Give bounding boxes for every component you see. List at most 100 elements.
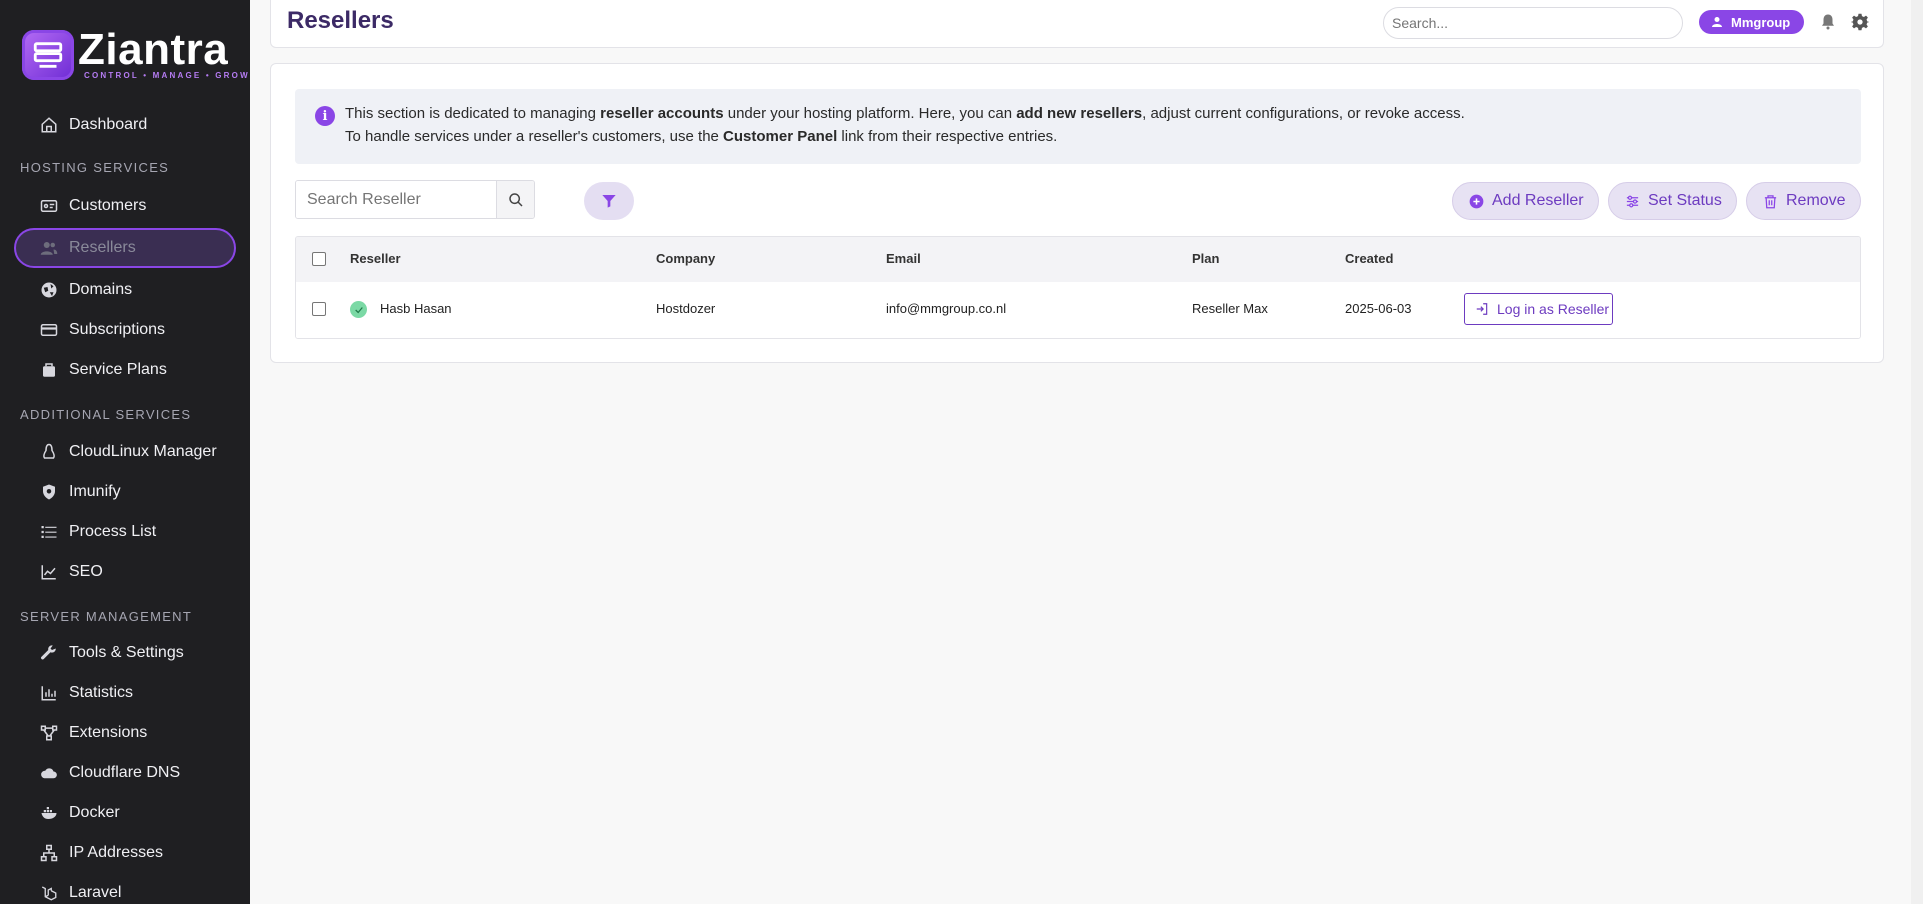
sidebar-item-label: Cloudflare DNS — [69, 764, 181, 781]
sidebar-item-label: Process List — [69, 523, 157, 540]
wrench-icon — [38, 642, 60, 664]
sidebar-item-label: Docker — [69, 804, 120, 821]
sidebar-item-resellers[interactable]: Resellers — [14, 228, 236, 268]
trash-icon — [1764, 194, 1777, 208]
brand-name: Ziantra — [78, 25, 229, 74]
resellers-table: Reseller Company Email Plan Created Hasb… — [295, 236, 1861, 339]
laravel-icon — [38, 882, 60, 904]
table-row[interactable]: Hasb Hasan Hostdozer info@mmgroup.co.nl … — [296, 282, 1860, 338]
sidebar-item-label: Subscriptions — [69, 321, 166, 338]
sidebar-item-label: Imunify — [69, 483, 121, 500]
sidebar-item-process-list[interactable]: Process List — [14, 512, 236, 552]
sidebar-item-label: Dashboard — [69, 116, 148, 133]
sidebar-item-docker[interactable]: Docker — [14, 793, 236, 833]
sidebar-item-laravel[interactable]: Laravel — [14, 873, 236, 904]
brand-tagline: CONTROL • MANAGE • GROW — [84, 71, 250, 80]
plus-circle-icon — [1469, 194, 1484, 208]
resellers-card: i This section is dedicated to managing … — [270, 63, 1884, 363]
sliders-icon — [1626, 195, 1639, 207]
col-created[interactable]: Created — [1345, 251, 1393, 266]
col-company[interactable]: Company — [656, 251, 715, 266]
linux-icon — [38, 441, 60, 463]
chart-line-icon — [38, 561, 60, 583]
search-icon — [508, 192, 523, 207]
sidebar: Ziantra CONTROL • MANAGE • GROW Dashboar… — [0, 0, 250, 904]
cell-created: 2025-06-03 — [1345, 301, 1412, 316]
set-status-button[interactable]: Set Status — [1608, 182, 1737, 220]
cell-company: Hostdozer — [656, 301, 716, 316]
network-icon — [38, 722, 60, 744]
sidebar-item-statistics[interactable]: Statistics — [14, 673, 236, 713]
filter-button[interactable] — [584, 182, 634, 220]
info-line-2: To handle services under a reseller's cu… — [345, 128, 1058, 145]
reseller-search-input[interactable] — [296, 181, 496, 218]
sidebar-item-label: Extensions — [69, 724, 148, 741]
docker-icon — [38, 802, 60, 824]
sidebar-item-seo[interactable]: SEO — [14, 552, 236, 592]
page-title: Resellers — [287, 7, 394, 34]
login-as-reseller-button[interactable]: Log in as Reseller — [1464, 293, 1613, 325]
info-banner: i This section is dedicated to managing … — [295, 89, 1861, 164]
gear-icon[interactable] — [1850, 13, 1870, 31]
col-reseller[interactable]: Reseller — [350, 251, 401, 266]
home-icon — [38, 114, 60, 136]
id-card-icon — [38, 195, 60, 217]
sidebar-item-domains[interactable]: Domains — [14, 270, 236, 310]
section-server-management: SERVER MANAGEMENT — [20, 609, 193, 624]
sidebar-item-label: Tools & Settings — [69, 644, 184, 661]
cell-reseller[interactable]: Hasb Hasan — [380, 301, 452, 316]
row-checkbox[interactable] — [312, 302, 326, 316]
check-circle-icon — [350, 301, 367, 318]
shield-icon — [38, 481, 60, 503]
sidebar-item-extensions[interactable]: Extensions — [14, 713, 236, 753]
sidebar-item-cloudlinux[interactable]: CloudLinux Manager — [14, 432, 236, 472]
col-email[interactable]: Email — [886, 251, 921, 266]
bar-chart-icon — [38, 682, 60, 704]
section-additional-services: ADDITIONAL SERVICES — [20, 407, 192, 422]
user-name: Mmgroup — [1731, 14, 1791, 30]
global-search-input[interactable] — [1383, 7, 1683, 39]
box-icon — [38, 359, 60, 381]
page-scrollbar[interactable] — [1911, 0, 1923, 904]
server-icon — [22, 30, 74, 80]
sidebar-item-dashboard[interactable]: Dashboard — [14, 105, 236, 145]
sidebar-item-customers[interactable]: Customers — [14, 186, 236, 226]
info-line-1: This section is dedicated to managing re… — [345, 105, 1465, 122]
brand-logo[interactable]: Ziantra CONTROL • MANAGE • GROW — [22, 25, 250, 80]
sidebar-item-subscriptions[interactable]: Subscriptions — [14, 310, 236, 350]
user-menu-button[interactable]: Mmgroup — [1699, 10, 1805, 34]
cell-plan: Reseller Max — [1192, 301, 1268, 316]
search-button[interactable] — [496, 181, 534, 218]
reseller-search — [295, 180, 535, 219]
sidebar-item-label: Statistics — [69, 684, 134, 701]
sidebar-item-tools-settings[interactable]: Tools & Settings — [14, 633, 236, 673]
add-reseller-button[interactable]: Add Reseller — [1452, 182, 1599, 220]
card-icon — [38, 319, 60, 341]
users-icon — [38, 237, 60, 259]
table-header: Reseller Company Email Plan Created — [296, 237, 1860, 282]
sidebar-item-label: Laravel — [69, 884, 122, 901]
sidebar-item-service-plans[interactable]: Service Plans — [14, 350, 236, 390]
bell-icon[interactable] — [1819, 13, 1837, 31]
list-icon — [38, 521, 60, 543]
sidebar-item-ip-addresses[interactable]: IP Addresses — [14, 833, 236, 873]
top-header: Resellers Mmgroup — [270, 0, 1884, 48]
info-icon: i — [315, 106, 335, 126]
sidebar-item-label: IP Addresses — [69, 844, 163, 861]
sitemap-icon — [38, 842, 60, 864]
remove-button[interactable]: Remove — [1746, 182, 1861, 220]
globe-icon — [38, 279, 60, 301]
sign-in-icon — [1476, 303, 1488, 315]
sidebar-item-label: CloudLinux Manager — [69, 443, 217, 460]
select-all-checkbox[interactable] — [312, 252, 326, 266]
sidebar-item-label: SEO — [69, 563, 103, 580]
filter-icon — [602, 195, 616, 208]
col-plan[interactable]: Plan — [1192, 251, 1219, 266]
sidebar-item-label: Service Plans — [69, 361, 167, 378]
sidebar-item-imunify[interactable]: Imunify — [14, 472, 236, 512]
user-icon — [1712, 17, 1722, 27]
sidebar-item-label: Resellers — [69, 239, 136, 256]
sidebar-item-cloudflare-dns[interactable]: Cloudflare DNS — [14, 753, 236, 793]
cloud-icon — [38, 762, 60, 784]
cell-email: info@mmgroup.co.nl — [886, 301, 1007, 316]
